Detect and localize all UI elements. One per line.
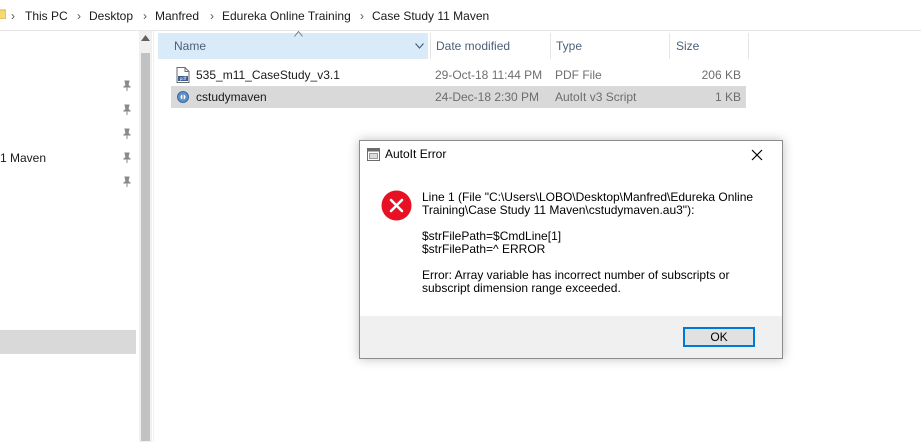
column-header-type-label: Type — [556, 39, 583, 53]
breadcrumb-case-study[interactable]: Case Study 11 Maven — [372, 8, 489, 24]
column-header-date[interactable]: Date modified — [430, 33, 548, 59]
column-header-type[interactable]: Type — [550, 33, 668, 59]
autoit-error-dialog[interactable]: AutoIt Error Line 1 (File "C:\Users\LOBO… — [359, 140, 783, 359]
autoit-script-icon — [177, 91, 189, 103]
nav-item-selected[interactable] — [0, 330, 136, 354]
error-message-line: subscript dimension range exceeded. — [422, 281, 621, 295]
scrollbar-thumb[interactable] — [141, 53, 150, 441]
pane-divider[interactable] — [153, 31, 154, 442]
column-header-name-label: Name — [174, 39, 207, 53]
pin-icon[interactable] — [122, 104, 132, 116]
error-message-line: Training\Case Study 11 Maven\cstudymaven… — [422, 203, 695, 217]
nav-item-case-study[interactable]: 1 Maven — [0, 151, 46, 165]
breadcrumb-desktop[interactable]: Desktop — [89, 8, 133, 24]
error-icon — [381, 190, 412, 221]
breadcrumb-separator[interactable]: › — [360, 8, 364, 24]
pin-icon[interactable] — [122, 80, 132, 92]
file-size: 206 KB — [701, 68, 741, 82]
breadcrumb-separator[interactable]: › — [210, 8, 214, 24]
error-message-line: $strFilePath=^ ERROR — [422, 242, 546, 256]
file-type: AutoIt v3 Script — [555, 90, 637, 104]
breadcrumb-separator[interactable]: › — [11, 8, 15, 24]
file-name: 535_m11_CaseStudy_v3.1 — [196, 68, 340, 82]
pin-icon[interactable] — [122, 152, 132, 164]
breadcrumb-separator[interactable]: › — [77, 8, 81, 24]
dialog-titlebar[interactable]: AutoIt Error — [360, 141, 782, 169]
dialog-body: Line 1 (File "C:\Users\LOBO\Desktop\Manf… — [360, 169, 782, 316]
sort-ascending-icon — [294, 31, 303, 37]
file-row-selected[interactable]: cstudymaven 24-Dec-18 2:30 PM AutoIt v3 … — [171, 86, 746, 108]
dialog-footer: OK — [360, 316, 782, 358]
scroll-up-arrow-icon[interactable] — [141, 35, 150, 41]
breadcrumb-edureka[interactable]: Edureka Online Training — [222, 8, 351, 24]
close-icon[interactable] — [746, 145, 768, 165]
navigation-pane[interactable]: 1 Maven — [0, 31, 138, 442]
dialog-title: AutoIt Error — [385, 147, 447, 161]
nav-scrollbar[interactable] — [139, 31, 152, 442]
file-row[interactable]: pdf 535_m11_CaseStudy_v3.1 29-Oct-18 11:… — [171, 64, 746, 86]
chevron-down-icon[interactable] — [415, 43, 424, 49]
address-bar[interactable]: › This PC › Desktop › Manfred › Edureka … — [0, 0, 921, 31]
column-header-size[interactable]: Size — [669, 33, 749, 59]
pin-icon[interactable] — [122, 176, 132, 188]
file-type: PDF File — [555, 68, 602, 82]
column-header-size-label: Size — [676, 39, 700, 53]
file-date: 24-Dec-18 2:30 PM — [435, 90, 540, 104]
breadcrumb-manfred[interactable]: Manfred — [155, 8, 199, 24]
breadcrumb-separator[interactable]: › — [143, 8, 147, 24]
column-header-date-label: Date modified — [436, 39, 511, 53]
pdf-file-icon: pdf — [176, 67, 190, 83]
dialog-app-icon — [367, 148, 380, 161]
svg-text:pdf: pdf — [180, 76, 187, 81]
file-date: 29-Oct-18 11:44 PM — [435, 68, 543, 82]
ok-button[interactable]: OK — [683, 327, 755, 347]
breadcrumb-this-pc[interactable]: This PC — [25, 8, 68, 24]
file-size: 1 KB — [714, 90, 741, 104]
file-name: cstudymaven — [196, 90, 267, 104]
column-header-name[interactable]: Name — [158, 33, 428, 59]
pin-icon[interactable] — [122, 128, 132, 140]
folder-icon — [0, 9, 6, 19]
